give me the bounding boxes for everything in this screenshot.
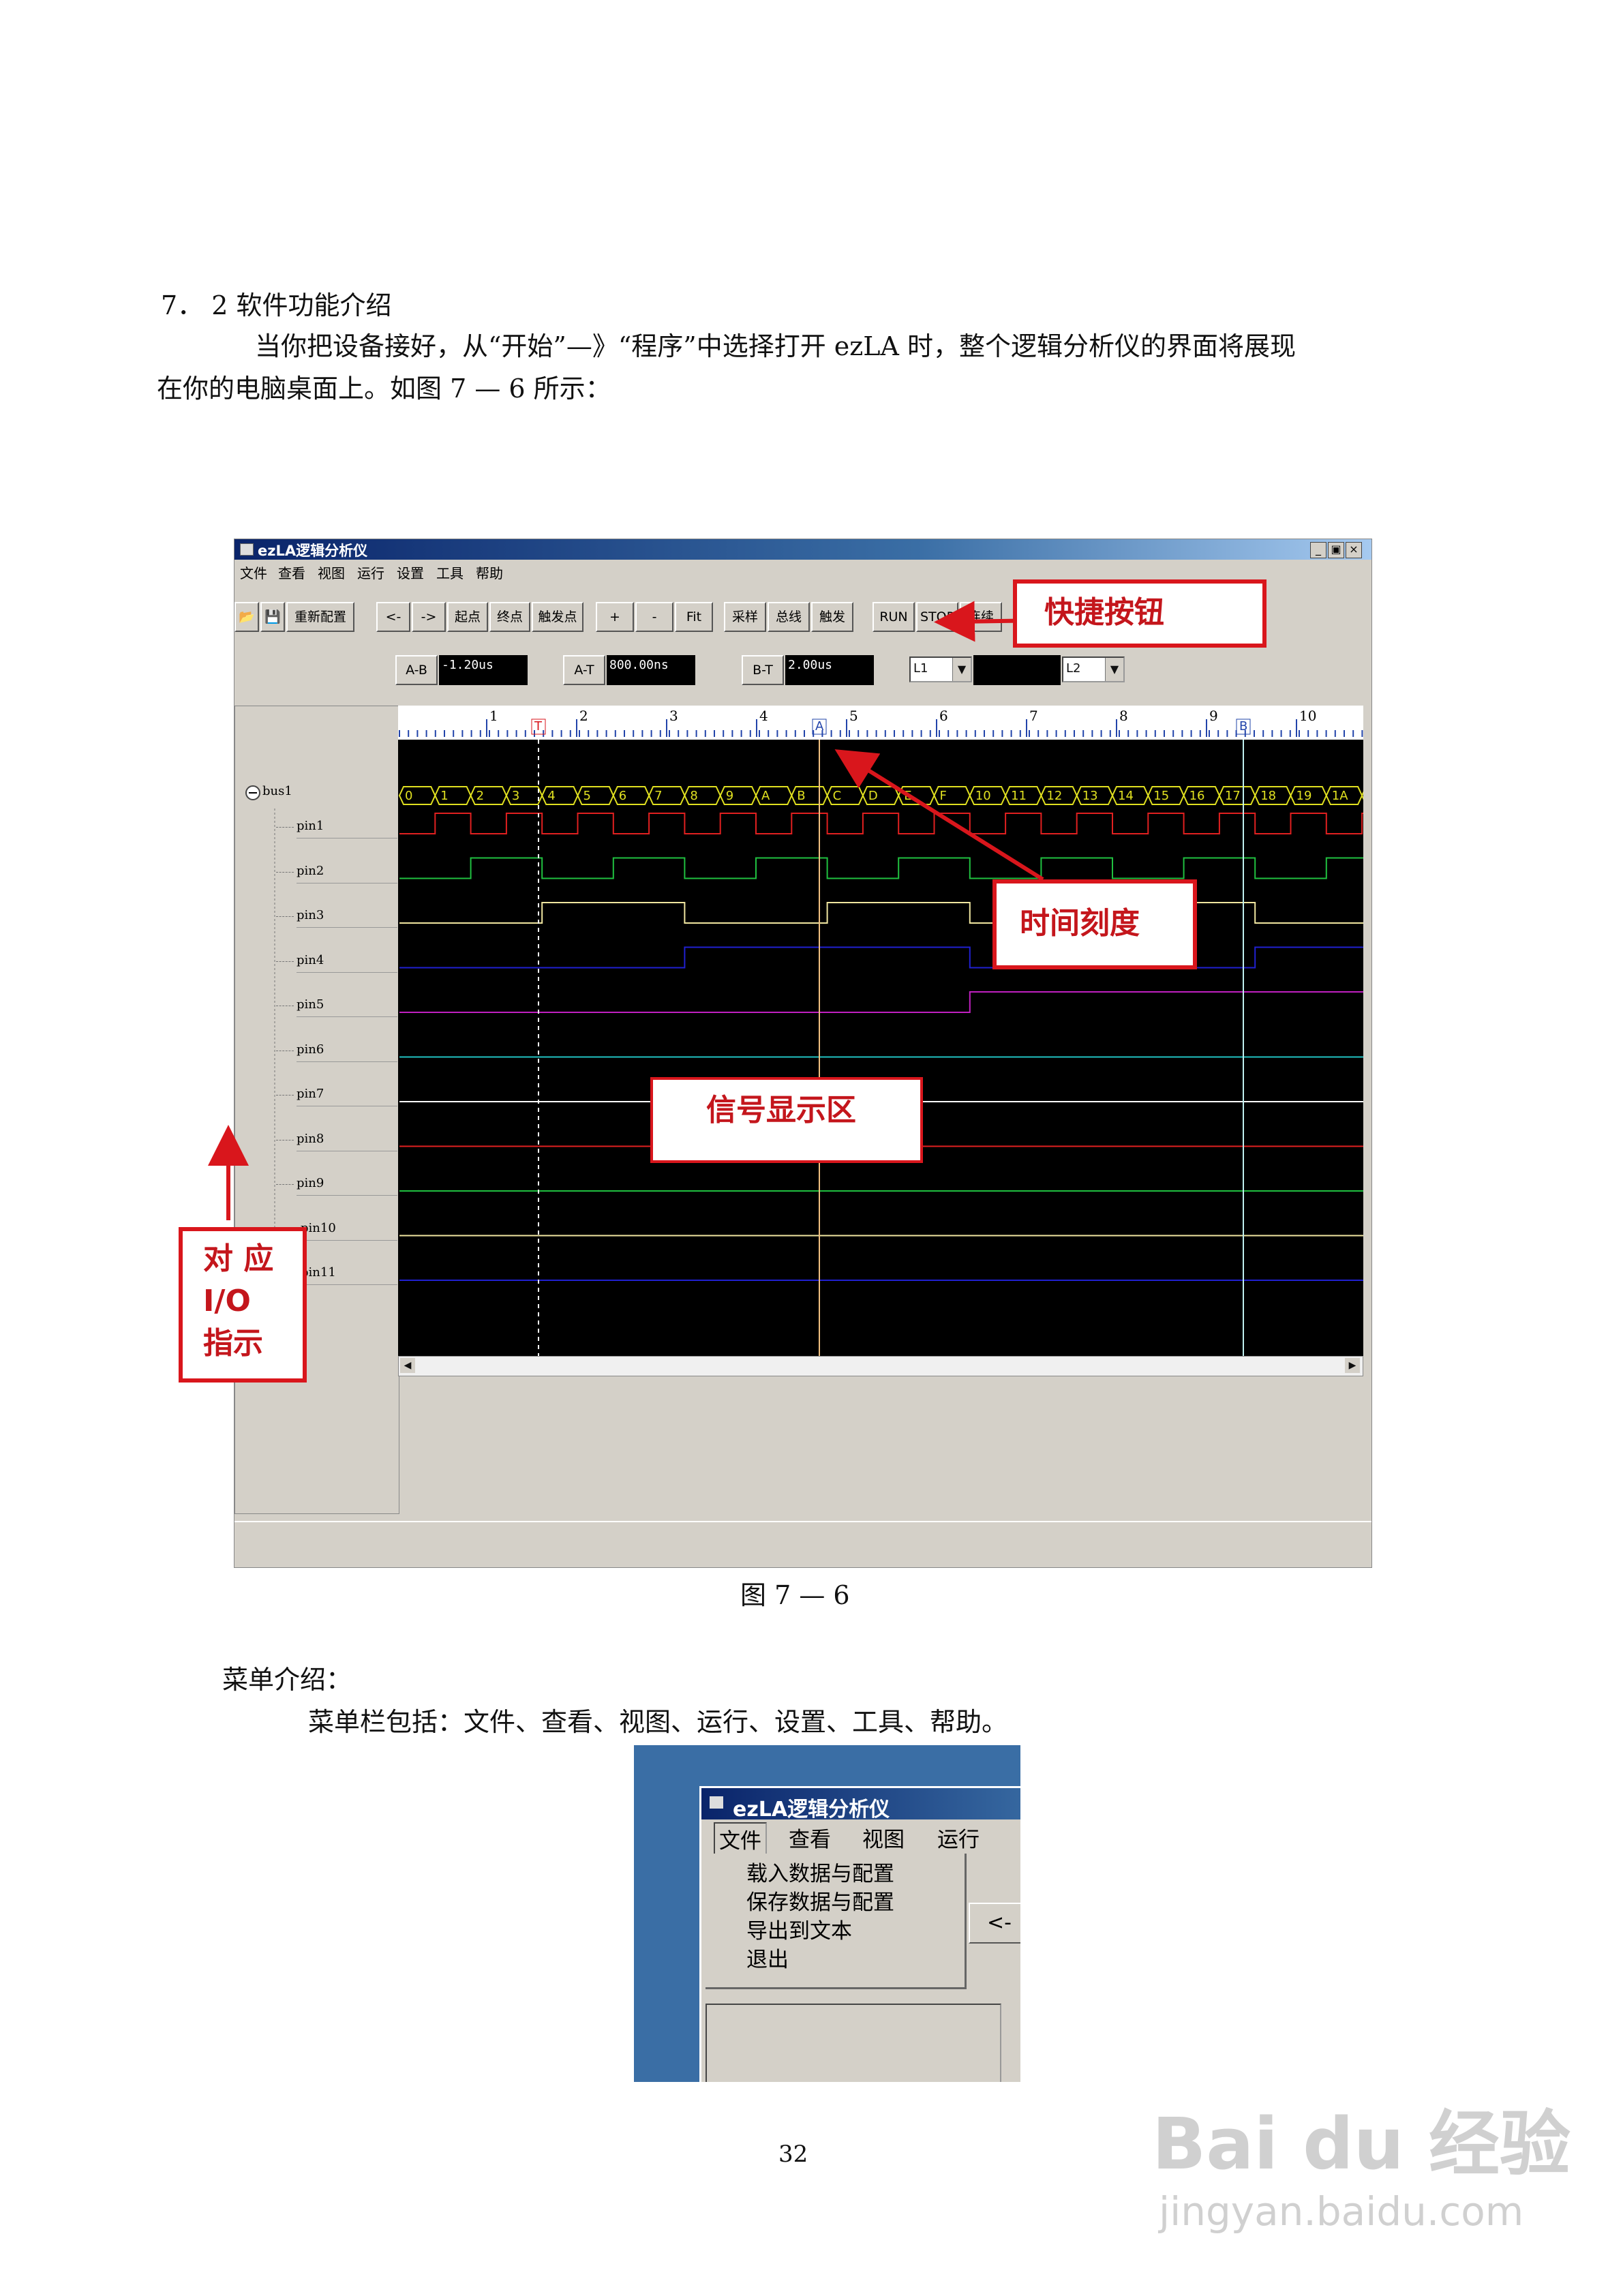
file-menu-window: ezLA逻辑分析仪 文件 查看 视图 运行 载入数据与配置 保存数据与配置 导出… [699,1786,1020,2082]
menu-item-exit[interactable]: 退出 [746,1942,789,1973]
menu-description: 菜单栏包括：文件、查看、视图、运行、设置、工具、帮助。 [308,1707,1008,1737]
io-callout-line1: 对 应 [203,1241,274,1276]
signal-tree-panel [706,2004,1001,2082]
shortcut-buttons-callout: 快捷按钮 [1013,579,1266,648]
figure-caption: 图 7 — 6 [740,1580,850,1610]
time-scale-arrow [834,749,1044,881]
watermark-logo: Bai du 经验 [1152,2102,1571,2186]
menu-heading: 菜单介绍： [222,1665,352,1695]
menu-item-export[interactable]: 导出到文本 [746,1914,852,1944]
menu-view[interactable]: 查看 [789,1822,831,1853]
file-menu-screenshot: ezLA逻辑分析仪 文件 查看 视图 运行 载入数据与配置 保存数据与配置 导出… [634,1745,1020,2082]
file-dropdown-menu: 载入数据与配置 保存数据与配置 导出到文本 退出 [706,1854,967,1989]
menu-display[interactable]: 视图 [862,1822,905,1853]
menu-item-save[interactable]: 保存数据与配置 [746,1885,894,1916]
window-title: ezLA逻辑分析仪 [733,1798,890,1822]
io-callout-line2: I/O [203,1284,251,1318]
time-scale-callout: 时间刻度 [992,879,1197,969]
watermark-url: jingyan.baidu.com [1159,2188,1524,2235]
app-icon [710,1796,723,1809]
menu-run[interactable]: 运行 [937,1822,980,1853]
signal-area-callout: 信号显示区 [650,1077,923,1163]
menu-file[interactable]: 文件 [714,1822,767,1856]
io-indicator-callout: 对 应 I/O 指示 [179,1227,307,1383]
title-bar: ezLA逻辑分析仪 [701,1788,1020,1822]
io-callout-line3: 指示 [203,1326,263,1361]
page-number: 32 [778,2141,808,2168]
menu-item-load[interactable]: 载入数据与配置 [746,1856,894,1887]
back-button[interactable]: <- [969,1903,1020,1944]
